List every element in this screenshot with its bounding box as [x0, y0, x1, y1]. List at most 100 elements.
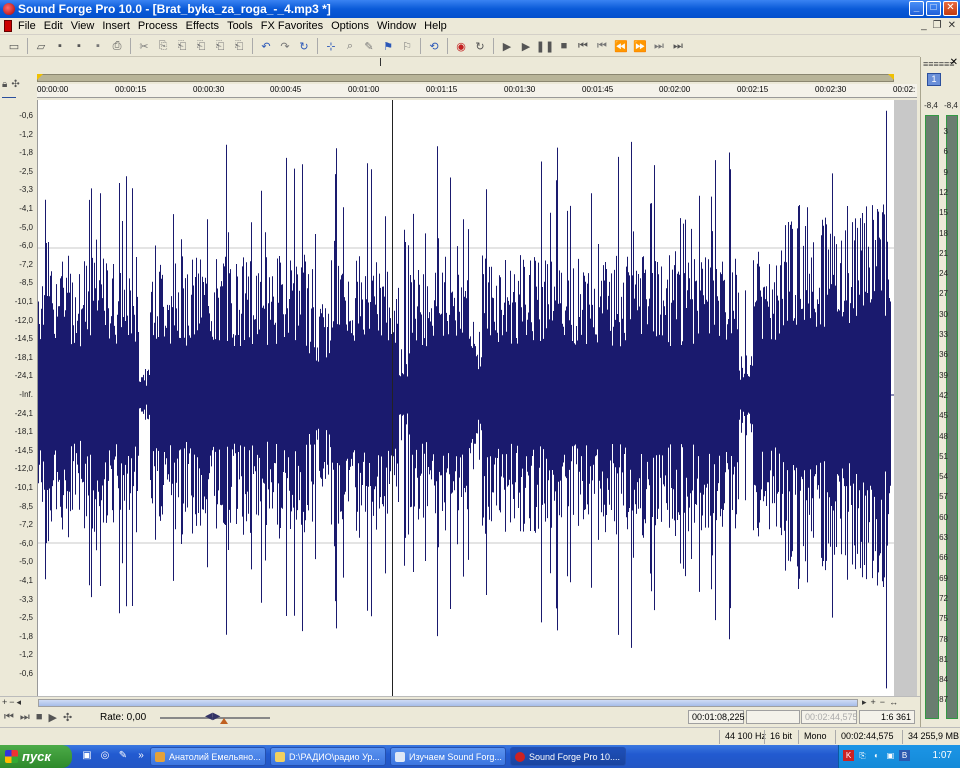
menu-insert[interactable]: Insert	[102, 20, 130, 32]
playhead-icon[interactable]: ✣	[11, 79, 19, 90]
rewind-icon[interactable]: ⏪	[613, 38, 629, 54]
scrollbar-track[interactable]	[38, 699, 858, 707]
zoom-fit-icon[interactable]: ↔	[889, 697, 898, 708]
stop-icon[interactable]: ■	[556, 38, 572, 54]
paste-new-icon[interactable]: ⎗	[231, 38, 247, 54]
pause-icon[interactable]: ❚❚	[536, 38, 554, 54]
selection-length-field[interactable]: 00:02:44,575	[801, 710, 858, 724]
magnify-tool-icon[interactable]: ⌕	[342, 38, 358, 54]
menu-file[interactable]: File	[18, 20, 36, 32]
mdi-restore-button[interactable]: ❐	[933, 20, 942, 31]
opera-icon[interactable]: ◎	[98, 749, 112, 763]
time-ruler[interactable]: 00:00:00 00:00:15 00:00:30 00:00:45 00:0…	[37, 84, 917, 98]
menu-effects[interactable]: Effects	[186, 20, 219, 32]
selection-end-marker[interactable]	[888, 74, 894, 80]
menu-tools[interactable]: Tools	[227, 20, 253, 32]
task-button-document[interactable]: Изучаем Sound Forg...	[390, 747, 506, 766]
mdi-minimize-button[interactable]: _	[921, 20, 927, 31]
go-to-start-icon[interactable]: ⏮	[4, 711, 14, 724]
render-icon[interactable]: ⎙	[109, 38, 125, 54]
undo-icon[interactable]: ↶	[258, 38, 274, 54]
task-button-explorer[interactable]: D:\РАДИО\радио Ур...	[270, 747, 386, 766]
maximize-button[interactable]: □	[926, 1, 941, 16]
scroll-left-icon[interactable]: ◂	[17, 697, 22, 708]
toolbar-separator	[252, 38, 253, 54]
zoom-out-icon[interactable]: −	[880, 697, 885, 708]
quick-launch-more-icon[interactable]: »	[134, 749, 148, 763]
save-all-icon[interactable]: ▪	[90, 38, 106, 54]
go-to-end-icon[interactable]: ⏭	[670, 38, 686, 54]
close-button[interactable]: ✕	[943, 1, 958, 16]
menu-help[interactable]: Help	[424, 20, 447, 32]
save-icon[interactable]: ▪	[52, 38, 68, 54]
play-icon[interactable]: ▶	[48, 711, 56, 724]
menu-edit[interactable]: Edit	[44, 20, 63, 32]
minimize-button[interactable]: _	[909, 1, 924, 16]
paint-icon[interactable]: ✎	[116, 749, 130, 763]
go-to-end-icon[interactable]: ⏭	[20, 711, 30, 724]
pencil-tool-icon[interactable]: ✎	[361, 38, 377, 54]
mdi-close-button[interactable]: ✕	[948, 20, 956, 31]
loop-icon[interactable]: ↻	[472, 38, 488, 54]
kaspersky-icon[interactable]: K	[843, 750, 854, 761]
paste-icon[interactable]: ⎗	[174, 38, 190, 54]
snap-icon[interactable]: ⟲	[426, 38, 442, 54]
save-as-icon[interactable]: ▪	[71, 38, 87, 54]
trim-icon[interactable]: ⎗	[212, 38, 228, 54]
open-folder-icon[interactable]: ▱	[33, 38, 49, 54]
go-to-start-icon[interactable]: ⏮	[575, 38, 591, 54]
safely-remove-icon[interactable]: ▣	[885, 750, 896, 761]
play-all-icon[interactable]: ▶	[499, 38, 515, 54]
zoom-in-icon[interactable]: +	[871, 697, 876, 708]
menu-options[interactable]: Options	[331, 20, 369, 32]
redo-icon[interactable]: ↷	[277, 38, 293, 54]
toolbar-separator	[130, 38, 131, 54]
zoom-ratio-field[interactable]: 1:6 361	[859, 710, 915, 724]
previous-icon[interactable]: ⏮	[594, 38, 610, 54]
desktop-icon[interactable]: ▣	[80, 749, 94, 763]
waveform-area[interactable]	[37, 100, 894, 696]
menu-fx-favorites[interactable]: FX Favorites	[261, 20, 323, 32]
meter-close-icon[interactable]: ✕	[950, 57, 958, 68]
db-scale-label: -8,5	[19, 278, 33, 288]
new-file-icon[interactable]: ▭	[6, 38, 22, 54]
envelope-tool-icon[interactable]: ⚐	[399, 38, 415, 54]
app-logo-icon[interactable]	[3, 3, 15, 15]
task-button-sound-forge[interactable]: Sound Forge Pro 10....	[510, 747, 626, 766]
play-cursor-icon[interactable]: ✣	[63, 711, 72, 724]
cursor-position-field[interactable]: 00:01:08,225	[688, 710, 745, 724]
next-icon[interactable]: ⏭	[651, 38, 667, 54]
meter-channel-badge[interactable]: 1	[927, 73, 941, 86]
cut-icon[interactable]: ✂	[136, 38, 152, 54]
copy-icon[interactable]: ⎘	[155, 38, 171, 54]
data-window-top-strip	[0, 57, 920, 67]
mix-icon[interactable]: ⎗	[193, 38, 209, 54]
play-icon[interactable]: ▶	[518, 38, 534, 54]
network-icon[interactable]: ⎘	[857, 750, 868, 761]
volume-icon[interactable]: ◐	[871, 750, 882, 761]
rate-slider-thumb[interactable]: ◀▶	[205, 711, 220, 722]
forward-icon[interactable]: ⏩	[632, 38, 648, 54]
repeat-icon[interactable]: ↻	[296, 38, 312, 54]
stop-icon[interactable]: ■	[36, 711, 43, 724]
task-button-chrome[interactable]: Анатолий Емельяно...	[150, 747, 266, 766]
menu-window[interactable]: Window	[377, 20, 416, 32]
edit-tool-icon[interactable]: ⊹	[323, 38, 339, 54]
keyboard-layout-icon[interactable]: B	[899, 750, 910, 761]
document-icon[interactable]	[4, 20, 12, 32]
menu-process[interactable]: Process	[138, 20, 178, 32]
scrollbar-thumb[interactable]	[39, 700, 857, 706]
selection-start-field[interactable]	[746, 710, 800, 724]
event-tool-icon[interactable]: ⚑	[380, 38, 396, 54]
horizontal-scrollbar[interactable]: + − ◂ ▸ + − ↔	[0, 696, 920, 708]
lock-icon[interactable]: 🔒︎	[2, 79, 7, 90]
scroll-right-icon[interactable]: ▸	[862, 697, 867, 708]
record-icon[interactable]: ◉	[453, 38, 469, 54]
start-button[interactable]: пуск	[0, 745, 72, 768]
zoom-out-vertical-icon[interactable]: −	[9, 697, 14, 708]
overview-bar[interactable]	[37, 74, 894, 82]
windows-logo-icon	[5, 750, 18, 763]
selection-start-marker[interactable]	[37, 74, 43, 80]
zoom-in-vertical-icon[interactable]: +	[2, 697, 7, 708]
menu-view[interactable]: View	[71, 20, 95, 32]
